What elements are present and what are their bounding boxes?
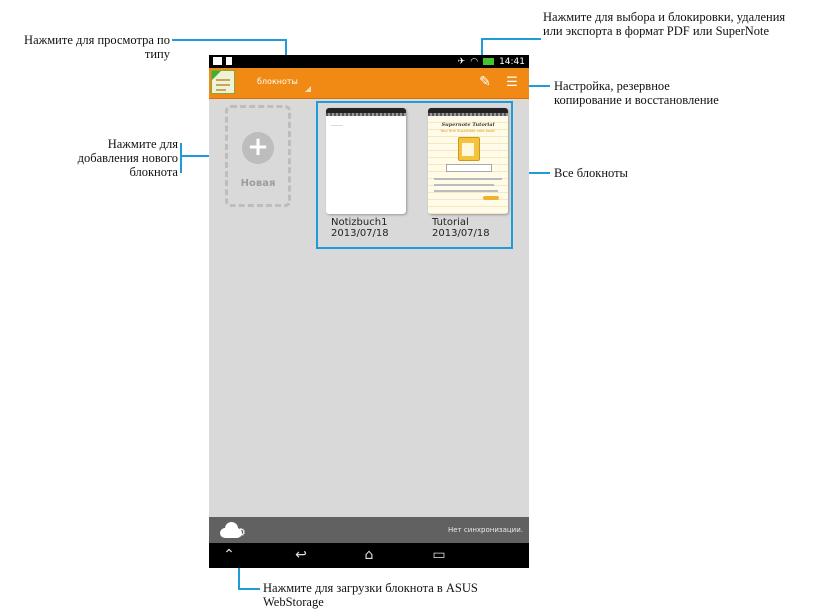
action-bar: блокноты ✎ ☰ bbox=[209, 68, 529, 99]
notepad-illustration-icon bbox=[458, 137, 480, 161]
page-preview: Supernote Tutorial Your first SuperNote … bbox=[428, 116, 508, 214]
callout-view-type: Нажмите для просмотра по типу bbox=[24, 33, 170, 61]
notebook-date: 2013/07/18 bbox=[432, 228, 490, 239]
phone-screen: ✈ ◠ 14:41 блокноты ✎ ☰ + Новая 〰〰〰 Super… bbox=[209, 55, 529, 568]
callout-line bbox=[238, 588, 260, 590]
callout-all-notebooks: Все блокноты bbox=[554, 166, 628, 180]
notebook-card[interactable]: Supernote Tutorial Your first SuperNote … bbox=[428, 108, 508, 214]
notebook-date: 2013/07/18 bbox=[331, 228, 389, 239]
clock: 14:41 bbox=[499, 56, 525, 67]
callout-select: Нажмите для выбора и блокировки, удалени… bbox=[543, 10, 786, 38]
home-icon[interactable]: ⌂ bbox=[359, 546, 379, 564]
wifi-icon: ◠ bbox=[470, 56, 479, 67]
notebook-card[interactable]: 〰〰〰 bbox=[326, 108, 406, 214]
recent-apps-icon[interactable]: ▭ bbox=[429, 546, 449, 564]
menu-icon[interactable]: ☰ bbox=[505, 74, 519, 91]
callout-line bbox=[180, 143, 182, 173]
navigation-bar: ⌃ ↩ ⌂ ▭ bbox=[209, 543, 529, 568]
back-icon[interactable]: ↩ bbox=[291, 546, 311, 564]
screenshot-icon bbox=[213, 57, 222, 65]
callout-line bbox=[172, 39, 286, 41]
callout-settings: Настройка, резервное копирование и восст… bbox=[554, 79, 719, 107]
select-edit-icon[interactable]: ✎ bbox=[477, 74, 493, 91]
bluetooth-icon: ✈ bbox=[457, 56, 466, 67]
page-preview: 〰〰〰 bbox=[331, 123, 343, 128]
battery-icon bbox=[483, 58, 495, 65]
callout-upload: Нажмите для загрузки блокнота в ASUS Web… bbox=[263, 581, 478, 609]
supernote-app-icon[interactable] bbox=[211, 70, 235, 94]
file-icon bbox=[226, 57, 232, 65]
cloud-sync-icon[interactable]: ⚙ bbox=[220, 520, 250, 540]
bottom-bar: ⚙ Нет синхронизации. bbox=[209, 517, 529, 543]
callout-line bbox=[526, 85, 550, 87]
hide-keyboard-icon[interactable]: ⌃ bbox=[219, 546, 239, 564]
notebook-grid: + Новая 〰〰〰 Supernote Tutorial Your firs… bbox=[209, 99, 529, 517]
notebook-name: Notizbuch1 bbox=[331, 217, 388, 228]
notebook-name: Tutorial bbox=[432, 217, 469, 228]
sync-status: Нет синхронизации. bbox=[448, 526, 523, 534]
callout-line bbox=[481, 38, 541, 40]
new-notebook-label: Новая bbox=[240, 178, 276, 189]
dropdown-triangle-icon bbox=[305, 86, 311, 92]
view-type-dropdown[interactable]: блокноты bbox=[257, 77, 298, 86]
plus-icon: + bbox=[242, 132, 274, 164]
status-bar: ✈ ◠ 14:41 bbox=[209, 55, 529, 68]
callout-add-new: Нажмите для добавления нового блокнота bbox=[77, 137, 178, 179]
gear-icon: ⚙ bbox=[236, 526, 246, 539]
all-notebooks-area: 〰〰〰 Supernote Tutorial Your first SuperN… bbox=[316, 101, 513, 249]
new-notebook-button[interactable]: + Новая bbox=[225, 105, 291, 207]
